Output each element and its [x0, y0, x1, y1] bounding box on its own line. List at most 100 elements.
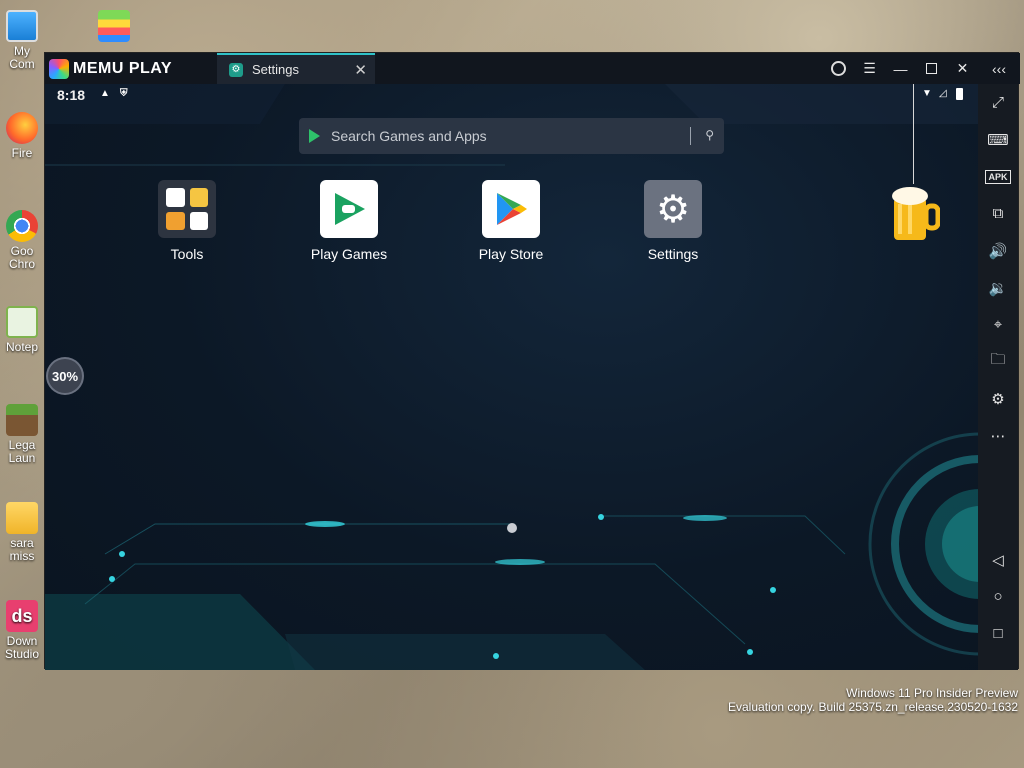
- progress-circle[interactable]: 30%: [48, 359, 82, 393]
- app-settings[interactable]: ⚙ Settings: [623, 180, 723, 262]
- settings-gear-icon: ⚙: [644, 180, 702, 238]
- desktop-icon-folder[interactable]: sara miss: [0, 502, 44, 563]
- volume-down-button[interactable]: 🔉: [978, 269, 1018, 306]
- folder-icon: 🗀: [990, 351, 1006, 368]
- shared-folder-button[interactable]: 🗀: [978, 343, 1018, 380]
- desktop-icon-label: sara miss: [9, 536, 35, 563]
- desktop-icon-label: Lega Laun: [8, 438, 36, 465]
- maximize-icon: [926, 63, 937, 74]
- battery-icon: [956, 88, 963, 100]
- close-button[interactable]: ✕: [947, 53, 978, 84]
- beer-mug-icon[interactable]: [890, 184, 940, 242]
- memu-window: MEMU PLAY ⚙ Settings ✕ ☰ — ✕ ‹‹‹ 8:18 ▲ …: [44, 52, 1020, 670]
- folder-icon: [6, 502, 38, 534]
- desktop-icon-label: Down Studio: [4, 634, 40, 661]
- progress-value: 30%: [51, 368, 79, 384]
- apk-button[interactable]: APK: [978, 158, 1018, 195]
- keyboard-button[interactable]: ⌨: [978, 121, 1018, 158]
- close-icon[interactable]: ✕: [354, 61, 367, 79]
- location-pin-icon: ⌖: [993, 316, 1003, 333]
- volume-down-icon: 🔉: [988, 279, 1008, 297]
- maximize-button[interactable]: [916, 53, 947, 84]
- minecraft-icon: [6, 404, 38, 436]
- fullscreen-button[interactable]: ⤢: [978, 84, 1018, 121]
- chrome-icon: [6, 210, 38, 242]
- tools-icon: [158, 180, 216, 238]
- desktop-icon-firefox[interactable]: Fire: [0, 112, 44, 160]
- expand-icon: ⤢: [991, 94, 1004, 111]
- desktop-icon-notepad[interactable]: Notep: [0, 306, 44, 354]
- location-button[interactable]: ⌖: [978, 306, 1018, 343]
- more-dots-icon: ⋯: [990, 427, 1006, 445]
- gear-icon: ⚙: [229, 62, 243, 77]
- wifi-icon: ▼: [922, 88, 932, 99]
- multi-window-button[interactable]: ⧉: [978, 195, 1018, 232]
- multi-window-icon: ⧉: [992, 205, 1004, 222]
- app-label: Tools: [170, 246, 204, 262]
- app-tools[interactable]: Tools: [137, 180, 237, 262]
- desktop-icon-chrome[interactable]: Goo Chro: [0, 210, 44, 271]
- back-button[interactable]: ◁: [978, 541, 1018, 578]
- home-button[interactable]: ○: [978, 578, 1018, 615]
- desktop-icon-download-studio[interactable]: ds Down Studio: [0, 600, 44, 661]
- user-icon: [831, 61, 846, 76]
- desktop-icon-bluestacks[interactable]: [92, 10, 136, 45]
- android-nav-buttons: ◁ ○ □: [978, 541, 1018, 652]
- search-icon[interactable]: ⚲: [705, 128, 714, 142]
- clock: 8:18: [57, 87, 86, 103]
- more-button[interactable]: ⋯: [978, 417, 1018, 454]
- app-play-store[interactable]: Play Store: [461, 180, 561, 262]
- beer-string: [913, 84, 914, 184]
- watermark-line2: Evaluation copy. Build 25375.zn_release.…: [728, 700, 1018, 714]
- desktop-icon-label: My Com: [9, 44, 35, 71]
- gear-icon: ⚙: [991, 390, 1005, 408]
- menu-button[interactable]: ☰: [854, 53, 885, 84]
- desktop-icon-label: Fire: [11, 146, 33, 160]
- collapse-toolbar-button[interactable]: ‹‹‹: [978, 53, 1020, 84]
- android-status-bar: 8:18 ▲ ⛨ ▼ ◿: [45, 84, 980, 106]
- desktop-icon-label: Notep: [5, 340, 39, 354]
- shield-icon: ⛨: [120, 88, 128, 99]
- memu-logo-icon: [49, 58, 69, 79]
- tab-settings[interactable]: ⚙ Settings ✕: [217, 53, 375, 84]
- firefox-icon: [6, 112, 38, 144]
- memu-logo: MEMU PLAY: [45, 58, 217, 79]
- hamburger-icon: ☰: [863, 60, 876, 76]
- bluestacks-icon: [98, 10, 130, 42]
- download-studio-icon: ds: [6, 600, 38, 632]
- search-divider: [690, 127, 691, 145]
- search-placeholder: Search Games and Apps: [331, 128, 487, 144]
- signal-icon: ◿: [939, 88, 947, 99]
- brand-name: MEMU PLAY: [73, 59, 173, 77]
- play-store-icon: [309, 129, 320, 143]
- desktop-icon-my-computer[interactable]: My Com: [0, 10, 44, 71]
- volume-up-button[interactable]: 🔊: [978, 232, 1018, 269]
- play-store-icon: [482, 180, 540, 238]
- recents-button[interactable]: □: [978, 615, 1018, 652]
- back-triangle-icon: ◁: [992, 551, 1004, 569]
- app-play-games[interactable]: Play Games: [299, 180, 399, 262]
- play-games-icon: [320, 180, 378, 238]
- desktop-icon-legacy-launcher[interactable]: Lega Laun: [0, 404, 44, 465]
- keyboard-icon: ⌨: [987, 131, 1009, 149]
- titlebar: MEMU PLAY ⚙ Settings ✕ ☰ — ✕ ‹‹‹: [45, 53, 1020, 84]
- settings-button[interactable]: ⚙: [978, 380, 1018, 417]
- android-screen[interactable]: 8:18 ▲ ⛨ ▼ ◿ Search Games and Apps ⚲ Too…: [45, 84, 980, 670]
- window-controls: ☰ — ✕ ‹‹‹: [823, 53, 1020, 84]
- home-circle-icon: ○: [993, 588, 1003, 605]
- recents-square-icon: □: [993, 625, 1003, 642]
- volume-up-icon: 🔊: [988, 242, 1008, 260]
- minimize-icon: —: [893, 60, 908, 77]
- minimize-button[interactable]: —: [885, 53, 916, 84]
- close-icon: ✕: [956, 60, 969, 76]
- monitor-icon: [6, 10, 38, 42]
- watermark-line1: Windows 11 Pro Insider Preview: [846, 686, 1018, 700]
- chevrons-left-icon: ‹‹‹: [992, 60, 1006, 77]
- app-label: Settings: [647, 246, 699, 262]
- account-button[interactable]: [823, 53, 854, 84]
- notepad-icon: [6, 306, 38, 338]
- app-label: Play Store: [478, 246, 544, 262]
- desktop-icon-label: Goo Chro: [8, 244, 35, 271]
- apk-icon: APK: [985, 169, 1011, 184]
- search-bar[interactable]: Search Games and Apps ⚲: [299, 118, 724, 154]
